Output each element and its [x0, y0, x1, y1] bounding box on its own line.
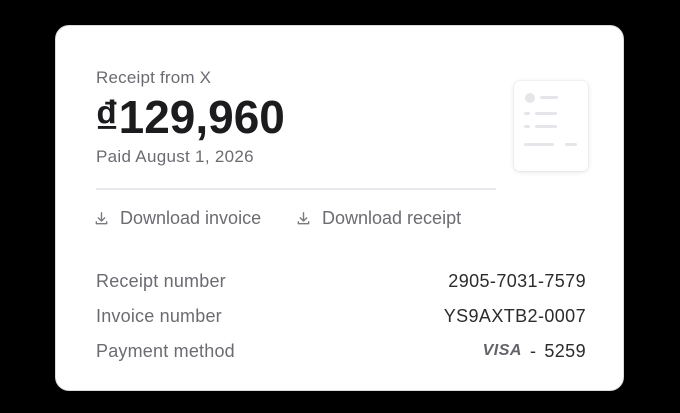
- download-icon: [95, 212, 108, 225]
- invoice-number-label: Invoice number: [96, 305, 222, 326]
- receipt-document-icon: [514, 81, 588, 171]
- section-divider: [96, 188, 496, 190]
- card-last4: 5259: [544, 340, 586, 361]
- receipt-card: Receipt from X ₫129,960 Paid August 1, 2…: [55, 25, 624, 391]
- download-invoice-link[interactable]: Download invoice: [94, 208, 261, 229]
- download-receipt-label: Download receipt: [322, 208, 462, 228]
- paid-date: Paid August 1, 2026: [96, 147, 254, 166]
- invoice-number-row: Invoice number YS9AXTB2-0007: [96, 305, 586, 327]
- receipt-number-value: 2905-7031-7579: [448, 270, 586, 291]
- download-receipt-link[interactable]: Download receipt: [296, 208, 461, 229]
- card-separator: -: [529, 340, 537, 361]
- visa-logo-icon: VISA: [482, 342, 522, 359]
- receipt-subtitle: Receipt from X: [96, 68, 212, 87]
- invoice-number-value: YS9AXTB2-0007: [443, 305, 586, 326]
- receipt-number-label: Receipt number: [96, 270, 226, 291]
- receipt-amount: ₫129,960: [95, 91, 285, 143]
- payment-method-label: Payment method: [96, 340, 235, 361]
- receipt-number-row: Receipt number 2905-7031-7579: [96, 270, 586, 292]
- payment-method-value: VISA - 5259: [483, 341, 586, 362]
- payment-method-row: Payment method VISA - 5259: [96, 340, 586, 362]
- download-icon: [297, 212, 310, 225]
- download-invoice-label: Download invoice: [120, 208, 262, 228]
